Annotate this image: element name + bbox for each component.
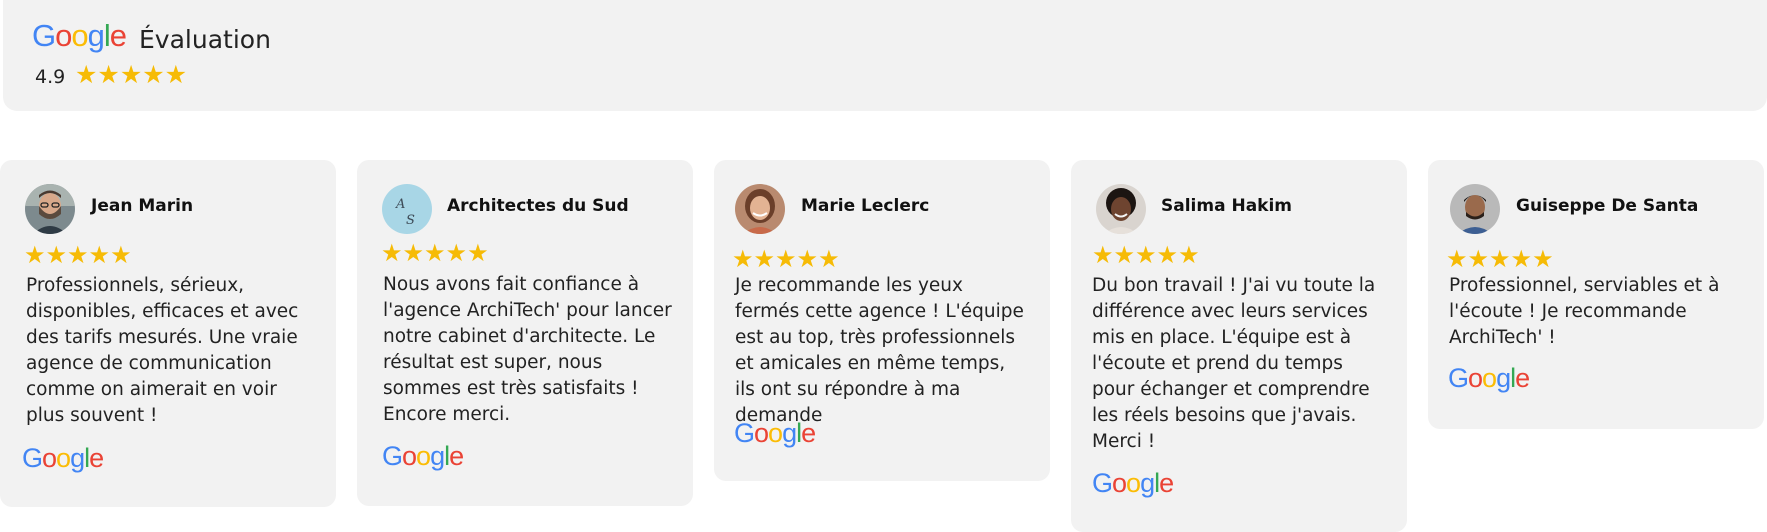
google-logo: Google — [382, 441, 472, 477]
reviewer-name: Architectes du Sud — [447, 196, 629, 216]
svg-text:A: A — [395, 197, 405, 212]
review-text: Professionnel, serviables et à l'écoute … — [1449, 275, 1720, 348]
review-text: Du bon travail ! J'ai vu toute la différ… — [1092, 275, 1376, 452]
avatar — [1096, 184, 1146, 234]
review-card: Jean Marin ★★★★★ Professionnels, sérieux… — [0, 160, 336, 507]
star-rating-icon: ★★★★★ — [732, 246, 840, 273]
reviewer-name: Marie Leclerc — [801, 196, 930, 216]
svg-text:Google: Google — [22, 444, 103, 473]
svg-text:Google: Google — [1448, 364, 1529, 393]
google-logo: Google — [734, 418, 824, 454]
reviewer-name: Guiseppe De Santa — [1516, 196, 1699, 216]
avatar — [735, 184, 785, 234]
reviewer-name: Jean Marin — [91, 196, 194, 216]
rating-header: Google Évaluation 4.9 ★★★★★ — [3, 0, 1767, 111]
average-rating: 4.9 — [35, 66, 66, 88]
review-card: Marie Leclerc ★★★★★ Je recommande les ye… — [714, 160, 1050, 481]
avatar — [25, 184, 75, 234]
avatar: A S — [382, 184, 432, 234]
review-text: Je recommande les yeux fermés cette agen… — [735, 275, 1024, 426]
svg-text:Google: Google — [32, 20, 126, 53]
avatar — [1450, 184, 1500, 234]
star-rating-icon: ★★★★★ — [1092, 242, 1200, 269]
review-card: Salima Hakim ★★★★★ Du bon travail ! J'ai… — [1071, 160, 1407, 532]
svg-text:Google: Google — [1092, 469, 1173, 498]
svg-text:Google: Google — [734, 419, 815, 448]
google-logo: Google — [22, 443, 112, 479]
star-rating-icon: ★★★★★ — [24, 242, 132, 269]
svg-text:S: S — [406, 213, 415, 228]
google-logo: Google — [1448, 363, 1538, 399]
review-text: Nous avons fait confiance à l'agence Arc… — [383, 274, 672, 425]
review-card: Guiseppe De Santa ★★★★★ Professionnel, s… — [1428, 160, 1764, 429]
google-logo: Google — [1092, 468, 1182, 504]
star-rating-icon: ★★★★★ — [381, 240, 489, 267]
svg-text:Google: Google — [382, 442, 463, 471]
page-title: Évaluation — [139, 25, 271, 54]
star-rating-icon: ★★★★★ — [1446, 246, 1554, 273]
review-text: Professionnels, sérieux, disponibles, ef… — [26, 275, 299, 426]
reviewer-name: Salima Hakim — [1161, 196, 1293, 216]
review-card: A S Architectes du Sud ★★★★★ Nous avons … — [357, 160, 693, 506]
google-logo: Google — [32, 18, 136, 59]
star-rating-icon: ★★★★★ — [75, 61, 188, 89]
